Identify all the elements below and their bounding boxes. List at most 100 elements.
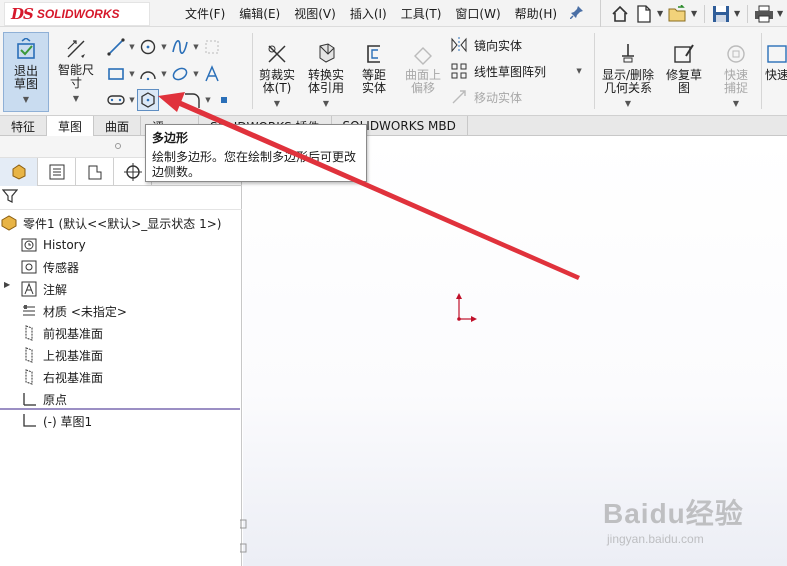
chevron-down-icon[interactable]: ▼ xyxy=(274,97,280,110)
save-icon[interactable] xyxy=(710,4,732,24)
tree-item-label: History xyxy=(43,238,86,252)
quick-snaps-button[interactable]: 快速捕捉 ▼ xyxy=(714,37,758,110)
display-relations-button[interactable]: 显示/删除几何关系 ▼ xyxy=(598,37,658,110)
offset-entities-button[interactable]: 等距实体 xyxy=(352,37,396,95)
dotted-rectangle-icon xyxy=(201,36,223,58)
filter-row xyxy=(0,186,242,210)
circle-icon[interactable] xyxy=(137,36,159,58)
point-icon[interactable] xyxy=(213,89,235,111)
chevron-down-icon[interactable]: ▼ xyxy=(23,93,29,106)
tree-root-part[interactable]: 零件1 (默认<<默认>_显示状态 1>) xyxy=(0,213,221,233)
menu-insert[interactable]: 插入(I) xyxy=(343,5,394,22)
feature-manager-tab-icon[interactable] xyxy=(0,158,38,186)
configuration-manager-tab-icon[interactable] xyxy=(76,158,114,186)
print-icon[interactable] xyxy=(753,4,775,24)
chevron-down-icon[interactable]: ▼ xyxy=(73,92,79,105)
chevron-down-icon[interactable]: ▼ xyxy=(323,97,329,110)
spline-icon[interactable] xyxy=(169,36,191,58)
convert-entities-button[interactable]: 转换实体引用 ▼ xyxy=(302,37,350,110)
chevron-down-icon[interactable]: ▼ xyxy=(159,70,169,78)
chevron-down-icon[interactable]: ▼ xyxy=(203,96,213,104)
chevron-down-icon[interactable]: ▼ xyxy=(127,70,137,78)
arc-icon[interactable] xyxy=(137,63,159,85)
slot-icon[interactable] xyxy=(105,89,127,111)
open-folder-icon[interactable] xyxy=(667,4,689,24)
chevron-down-icon[interactable]: ▼ xyxy=(159,43,169,51)
exit-sketch-button[interactable]: 退出草图 ▼ xyxy=(3,32,49,112)
solidworks-logo[interactable]: DS SOLIDWORKS xyxy=(4,2,150,26)
ribbon-separator xyxy=(761,33,762,109)
command-manager-tabs: 特征 草图 曲面 评 SOLIDWORKS 插件 SOLIDWORKS MBD xyxy=(0,115,787,136)
tree-root-label: 零件1 (默认<<默认>_显示状态 1>) xyxy=(23,216,222,231)
tree-item-annotations[interactable]: 注解 xyxy=(20,279,67,299)
tree-item-sensors[interactable]: 传感器 xyxy=(20,257,79,277)
expand-caret-icon[interactable]: ▶ xyxy=(4,280,10,289)
surface-offset-icon xyxy=(410,41,436,67)
chevron-down-icon[interactable]: ▼ xyxy=(191,70,201,78)
new-dropdown-icon[interactable]: ▼ xyxy=(657,9,665,18)
tree-item-right-plane[interactable]: 右视基准面 xyxy=(20,367,103,387)
chevron-down-icon[interactable]: ▼ xyxy=(733,97,739,110)
rollback-bar[interactable] xyxy=(0,408,240,410)
menu-file[interactable]: 文件(F) xyxy=(178,5,232,22)
ribbon-separator xyxy=(594,33,595,109)
mirror-entities-button[interactable]: 镜向实体 xyxy=(450,36,522,54)
material-icon xyxy=(20,302,38,320)
menu-tools[interactable]: 工具(T) xyxy=(394,5,449,22)
save-dropdown-icon[interactable]: ▼ xyxy=(734,9,742,18)
ribbon-separator xyxy=(252,33,253,109)
chevron-down-icon[interactable]: ▼ xyxy=(625,97,631,110)
polygon-button[interactable] xyxy=(137,89,159,111)
line-icon[interactable] xyxy=(105,36,127,58)
pin-icon[interactable] xyxy=(569,5,584,23)
grip-handle-icon[interactable] xyxy=(115,143,121,149)
quick-snap-label: 快速捕捉 xyxy=(723,68,748,95)
tab-surfaces[interactable]: 曲面 xyxy=(94,116,142,136)
linear-pattern-button[interactable]: 线性草图阵列 ▼ xyxy=(450,62,584,80)
repair-sketch-label: 修复草图 xyxy=(665,68,702,95)
menu-window[interactable]: 窗口(W) xyxy=(448,5,507,22)
feature-manager-panel: 零件1 (默认<<默认>_显示状态 1>) History 传感器 ▶ 注解 材… xyxy=(0,136,242,566)
surface-offset-button[interactable]: 曲面上偏移 xyxy=(400,37,446,95)
open-dropdown-icon[interactable]: ▼ xyxy=(691,9,699,18)
tree-item-label: 上视基准面 xyxy=(43,348,104,363)
fillet-icon[interactable] xyxy=(181,89,203,111)
smart-dimension-button[interactable]: 智能尺寸 ▼ xyxy=(54,32,98,105)
exit-sketch-icon xyxy=(13,37,39,63)
chevron-down-icon[interactable]: ▼ xyxy=(127,43,137,51)
property-manager-tab-icon[interactable] xyxy=(38,158,76,186)
quick-access-toolbar: ▼ ▼ ▼ ▼ xyxy=(600,0,785,27)
chevron-down-icon[interactable]: ▼ xyxy=(191,43,201,51)
solidworks-window: DS SOLIDWORKS 文件(F) 编辑(E) 视图(V) 插入(I) 工具… xyxy=(0,0,787,566)
panel-resize-handle-icon[interactable] xyxy=(240,518,248,558)
chevron-down-icon[interactable]: ▼ xyxy=(127,96,137,104)
chevron-down-icon[interactable]: ▼ xyxy=(574,67,584,75)
menu-view[interactable]: 视图(V) xyxy=(287,5,343,22)
rapid-sketch-button[interactable]: 快速 xyxy=(764,37,787,82)
tree-item-origin[interactable]: 原点 xyxy=(20,389,67,409)
move-entities-button[interactable]: 移动实体 xyxy=(450,88,522,106)
menu-help[interactable]: 帮助(H) xyxy=(508,5,564,22)
ellipse-icon[interactable] xyxy=(169,63,191,85)
menu-edit[interactable]: 编辑(E) xyxy=(232,5,287,22)
repair-sketch-button[interactable]: 修复草图 xyxy=(662,37,706,95)
print-dropdown-icon[interactable]: ▼ xyxy=(777,9,785,18)
trim-entities-button[interactable]: 剪裁实体(T) ▼ xyxy=(255,37,299,110)
tab-sketch[interactable]: 草图 xyxy=(47,116,95,136)
linear-pattern-icon xyxy=(451,63,467,79)
home-icon[interactable] xyxy=(609,4,631,24)
tooltip-description: 绘制多边形。您在绘制多边形后可更改边侧数。 xyxy=(152,150,357,179)
tree-item-history[interactable]: History xyxy=(20,235,86,255)
new-document-icon[interactable] xyxy=(633,4,655,24)
tree-item-material[interactable]: 材质 <未指定> xyxy=(20,301,127,321)
rectangle-icon[interactable] xyxy=(105,63,127,85)
tree-item-label: 右视基准面 xyxy=(43,370,104,385)
tab-features[interactable]: 特征 xyxy=(0,116,48,136)
tree-item-sketch1[interactable]: (-) 草图1 xyxy=(20,411,92,431)
origin-triad-icon xyxy=(456,293,477,322)
filter-icon[interactable] xyxy=(1,188,19,207)
tree-item-top-plane[interactable]: 上视基准面 xyxy=(20,345,103,365)
text-icon[interactable] xyxy=(201,63,223,85)
tree-item-front-plane[interactable]: 前视基准面 xyxy=(20,323,103,343)
origin-icon xyxy=(20,390,38,408)
